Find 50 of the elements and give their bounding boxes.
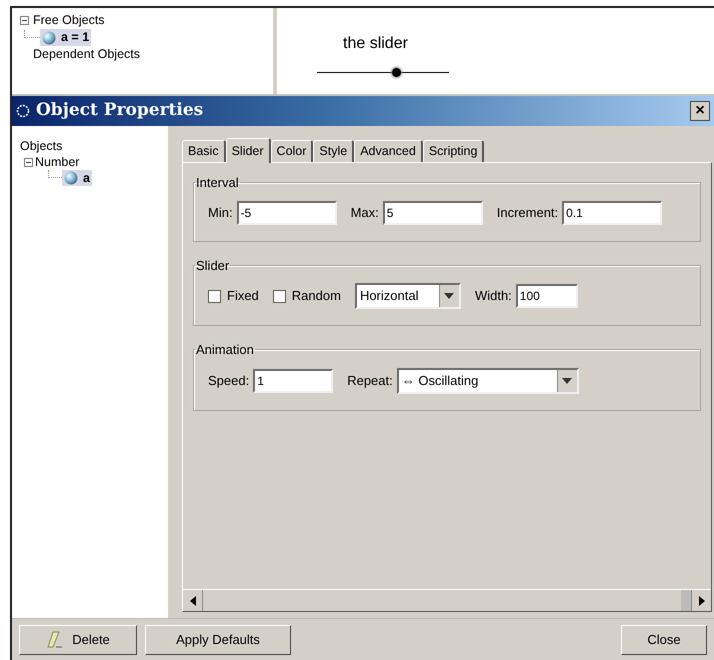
slider-thumb[interactable] [392, 68, 401, 77]
group-title: Animation [195, 341, 255, 359]
field-label: Repeat: [347, 372, 393, 390]
sphere-icon [64, 171, 78, 185]
text-field[interactable]: 100 [516, 284, 578, 308]
field-label: Width: [474, 287, 512, 306]
right-arrow-icon[interactable] [698, 596, 704, 606]
tab[interactable]: Color [270, 140, 314, 162]
close-button[interactable]: × [690, 101, 710, 121]
dialog-title: Object Properties [36, 99, 204, 122]
tree-group-label: Number [35, 154, 80, 170]
dropdown[interactable]: Horizontal [354, 283, 461, 309]
left-arrow-icon[interactable] [190, 596, 196, 606]
scroll-thumb[interactable] [681, 590, 691, 611]
checkbox-label: Random [292, 287, 341, 306]
tab[interactable]: Style [313, 140, 354, 162]
apply-defaults-button[interactable]: Apply Defaults [145, 624, 291, 654]
close-button[interactable]: Close [621, 624, 707, 654]
group-title: Interval [195, 174, 240, 192]
tree-group-label: Free Objects [33, 12, 105, 29]
delete-button[interactable]: Delete [19, 624, 137, 654]
tab[interactable]: Basic [182, 140, 226, 162]
tree-item[interactable]: a [62, 170, 92, 186]
circle-icon [16, 104, 30, 118]
text-field[interactable]: 5 [382, 200, 483, 224]
tab[interactable]: Scripting [422, 140, 484, 162]
sphere-icon [42, 30, 56, 44]
text-field[interactable]: 1 [253, 368, 334, 392]
checkbox-label: Fixed [227, 287, 259, 306]
collapse-toggle-icon[interactable] [24, 158, 33, 166]
text-field[interactable]: 0.1 [562, 200, 662, 224]
caret-icon [562, 378, 572, 384]
horizontal-scrollbar[interactable] [183, 589, 711, 611]
group-title: Slider [195, 256, 230, 274]
field-label: Max: [350, 204, 379, 222]
checkbox[interactable] [272, 290, 286, 302]
tab[interactable]: Slider [226, 138, 271, 163]
field-label: Increment: [496, 204, 558, 222]
text-field[interactable]: -5 [236, 200, 337, 224]
tree-item[interactable]: a = 1 [40, 29, 92, 46]
checkbox[interactable] [208, 290, 221, 302]
tab[interactable]: Advanced [354, 140, 423, 162]
tree-root-label: Objects [20, 139, 62, 153]
tree-group-label: Dependent Objects [33, 46, 140, 63]
slider-caption: the slider [343, 34, 408, 54]
field-label: Min: [208, 204, 233, 222]
field-label: Speed: [208, 372, 250, 390]
collapse-toggle-icon[interactable] [20, 16, 29, 25]
caret-icon [444, 293, 454, 299]
dropdown[interactable]: ⇔ Oscillating [396, 368, 579, 394]
